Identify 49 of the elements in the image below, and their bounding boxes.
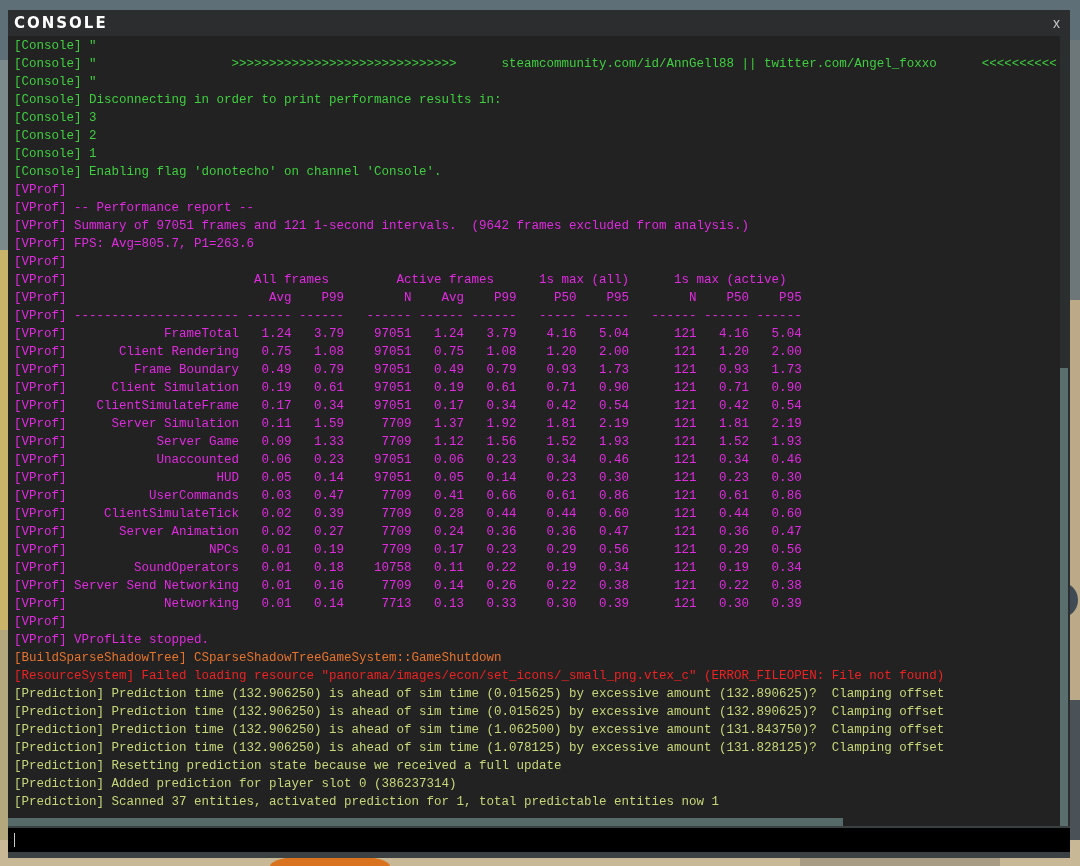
log-line: [VProf] ClientSimulateTick 0.02 0.39 7709 0.28 0.44 0.44 0.60 121 0.44 0.60	[14, 506, 802, 523]
log-line: [VProf] Frame Boundary 0.49 0.79 97051 0.49 0.79 0.93 1.73 121 0.93 1.73	[14, 362, 802, 379]
log-line: [VProf] UserCommands 0.03 0.47 7709 0.41 0.66 0.61 0.86 121 0.61 0.86	[14, 488, 802, 505]
window-title: CONSOLE	[14, 15, 108, 31]
log-line: [VProf]	[14, 254, 67, 271]
log-line: [VProf] FrameTotal 1.24 3.79 97051 1.24 3.79 4.16 5.04 121 4.16 5.04	[14, 326, 802, 343]
log-line: [Console] 2	[14, 128, 97, 145]
log-line: [VProf] -- Performance report --	[14, 200, 255, 217]
log-line: [VProf] VProfLite stopped.	[14, 632, 210, 649]
log-line: [VProf] ClientSimulateFrame 0.17 0.34 97051 0.17 0.34 0.42 0.54 121 0.42 0.54	[14, 398, 802, 415]
log-line: [VProf]	[14, 182, 67, 199]
log-line: [VProf]	[14, 614, 67, 631]
log-line: [VProf] Client Rendering 0.75 1.08 97051 0.75 1.08 1.20 2.00 121 1.20 2.00	[14, 344, 802, 361]
log-line: [Prediction] Scanned 37 entities, activated prediction for 1, total predictable entities now 1	[14, 794, 720, 811]
log-line: [Console] " >>>>>>>>>>>>>>>>>>>>>>>>>>>>>> steamcommunity.com/id/AnnGell88 || twitter.com/Angel_foxxo <<<<<<<<<<	[14, 56, 1057, 73]
log-line: [Console] "	[14, 74, 97, 91]
log-line: [Console] 3	[14, 110, 97, 127]
log-line: [Prediction] Prediction time (132.906250) is ahead of sim time (0.015625) by excessive amount (132.890625)? Clamping offset	[14, 686, 945, 703]
log-line: [Prediction] Prediction time (132.906250) is ahead of sim time (1.078125) by excessive amount (131.828125)? Clamping offset	[14, 740, 945, 757]
log-line: [ResourceSystem] Failed loading resource "panorama/images/econ/set_icons/_small_png.vtex_c" (ERROR_FILEOPEN: File not found)	[14, 668, 945, 685]
log-line: [VProf] Server Simulation 0.11 1.59 7709 1.37 1.92 1.81 2.19 121 1.81 2.19	[14, 416, 802, 433]
command-input[interactable]	[8, 828, 1070, 852]
log-line: [VProf] Server Game 0.09 1.33 7709 1.12 1.56 1.52 1.93 121 1.52 1.93	[14, 434, 802, 451]
log-line: [VProf] HUD 0.05 0.14 97051 0.05 0.14 0.23 0.30 121 0.23 0.30	[14, 470, 802, 487]
log-line: [Console] Disconnecting in order to print performance results in:	[14, 92, 502, 109]
log-line: [VProf] Networking 0.01 0.14 7713 0.13 0.33 0.30 0.39 121 0.30 0.39	[14, 596, 802, 613]
log-line: [VProf] Client Simulation 0.19 0.61 97051 0.19 0.61 0.71 0.90 121 0.71 0.90	[14, 380, 802, 397]
vertical-scrollbar[interactable]	[1060, 368, 1068, 826]
log-line: [VProf] Server Animation 0.02 0.27 7709 0.24 0.36 0.36 0.47 121 0.36 0.47	[14, 524, 802, 541]
log-line: [BuildSparseShadowTree] CSparseShadowTreeGameSystem::GameShutdown	[14, 650, 502, 667]
log-line: [Console] "	[14, 38, 97, 55]
log-line: [VProf] Server Send Networking 0.01 0.16 7709 0.14 0.26 0.22 0.38 121 0.22 0.38	[14, 578, 802, 595]
log-line: [Prediction] Prediction time (132.906250) is ahead of sim time (1.062500) by excessive amount (131.843750)? Clamping offset	[14, 722, 945, 739]
log-line: [VProf] Avg P99 N Avg P99 P50 P95 N P50 P95	[14, 290, 802, 307]
log-line: [Prediction] Added prediction for player slot 0 (386237314)	[14, 776, 457, 793]
log-line: [Console] Enabling flag 'donotecho' on channel 'Console'.	[14, 164, 442, 181]
log-line: [VProf] Summary of 97051 frames and 121 1-second intervals. (9642 frames excluded from analysis.)	[14, 218, 750, 235]
log-line: [VProf] FPS: Avg=805.7, P1=263.6	[14, 236, 255, 253]
log-line: [VProf] ---------------------- ------ ------ ------ ------ ------ ----- ------ ------ ------ ------	[14, 308, 802, 325]
log-line: [VProf] SoundOperators 0.01 0.18 10758 0.11 0.22 0.19 0.34 121 0.19 0.34	[14, 560, 802, 577]
log-line: [Prediction] Resetting prediction state because we received a full update	[14, 758, 562, 775]
log-line: [Console] 1	[14, 146, 97, 163]
log-line: [VProf] All frames Active frames 1s max (all) 1s max (active)	[14, 272, 787, 289]
log-line: [VProf] NPCs 0.01 0.19 7709 0.17 0.23 0.29 0.56 121 0.29 0.56	[14, 542, 802, 559]
log-line: [VProf] Unaccounted 0.06 0.23 97051 0.06 0.23 0.34 0.46 121 0.34 0.46	[14, 452, 802, 469]
close-button[interactable]: x	[1049, 16, 1064, 30]
log-line: [Prediction] Prediction time (132.906250) is ahead of sim time (0.015625) by excessive amount (132.890625)? Clamping offset	[14, 704, 945, 721]
horizontal-scrollbar[interactable]	[8, 818, 843, 826]
text-cursor	[14, 833, 15, 847]
